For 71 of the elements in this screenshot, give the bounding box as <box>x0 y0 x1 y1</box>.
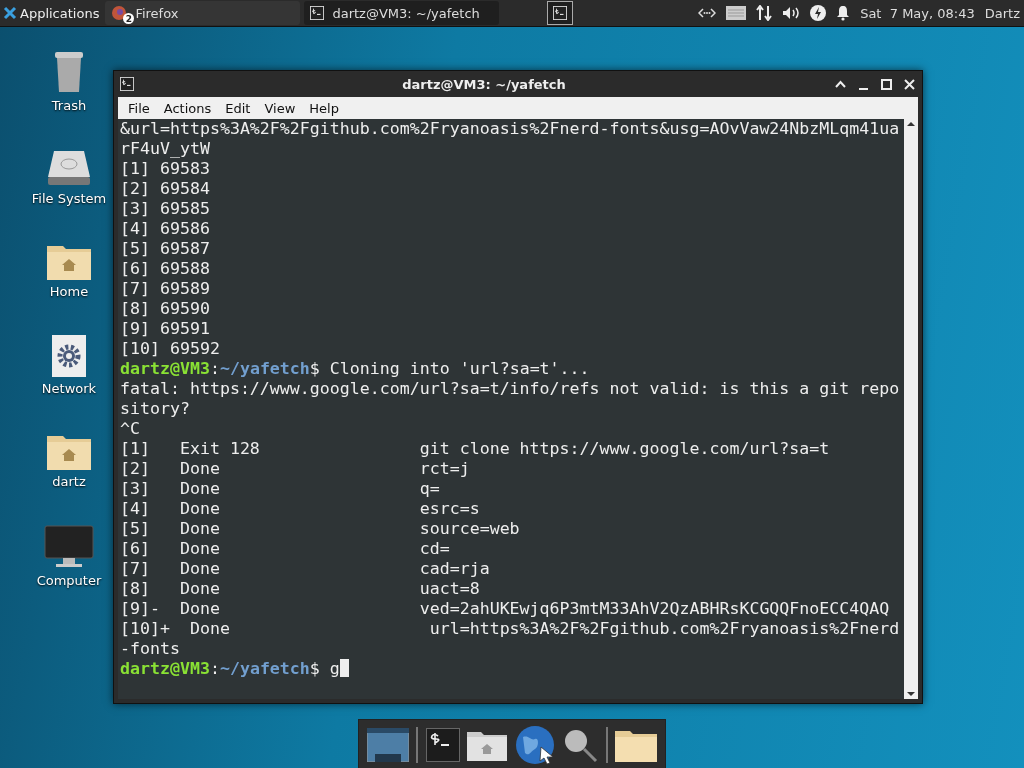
globe-icon[interactable] <box>514 724 555 765</box>
menu-item[interactable]: Edit <box>219 98 257 118</box>
terminal-line: -fonts <box>120 639 181 659</box>
terminal-line: fatal: https://www.google.com/url?sa=t/info/refs not valid: is this a git repo <box>120 379 901 399</box>
notification-bell-icon[interactable] <box>836 5 851 21</box>
terminal-line: [5] Done source=web <box>120 519 521 539</box>
monitor-icon <box>44 525 94 569</box>
terminal-line: [7] 69589 <box>120 279 211 299</box>
terminal-line: &url=https%3A%2F%2Fgithub.com%2Fryanoasis%2Fnerd-fonts&usg=AOvVaw24NbzMLqm41ua <box>120 119 901 139</box>
terminal-line: [4] 69586 <box>120 219 211 239</box>
desktop-icon-label[interactable]: Trash <box>51 98 87 113</box>
desktop-icon-label[interactable]: Computer <box>36 573 102 588</box>
scroll-down-arrow-icon[interactable] <box>906 689 916 699</box>
network-icon[interactable] <box>698 8 717 18</box>
terminal-line: [6] 69588 <box>120 259 211 279</box>
text-cursor <box>339 659 349 677</box>
gear-icon <box>52 335 86 377</box>
terminal-line: [8] Done uact=8 <box>120 579 481 599</box>
terminal-line: dartz@VM3:~/yafetch$ g <box>120 659 902 679</box>
desktop-icon[interactable] <box>366 727 409 762</box>
terminal-line: [6] Done cd= <box>120 539 451 559</box>
applications-menu[interactable]: Applications <box>0 0 106 26</box>
desktop-icon-label[interactable]: File System <box>31 191 107 206</box>
terminal-line: [4] Done esrc=s <box>120 499 481 519</box>
trash-icon <box>53 50 85 94</box>
scroll-up-arrow-icon[interactable] <box>906 119 916 129</box>
terminal-line: [1] 69583 <box>120 159 211 179</box>
terminal-line: [2] 69584 <box>120 179 211 199</box>
power-icon[interactable] <box>810 5 827 21</box>
menu-item[interactable]: Help <box>303 98 345 118</box>
hard-drive-icon <box>46 149 92 187</box>
browser-icon <box>111 5 128 21</box>
terminal-icon <box>120 77 134 91</box>
menu-item[interactable]: View <box>258 98 302 118</box>
terminal-line: [3] Done q= <box>120 479 441 499</box>
terminal-icon <box>553 6 568 20</box>
terminal-icon[interactable] <box>425 727 460 762</box>
terminal-line: dartz@VM3:~/yafetch$ Cloning into 'url?sa=t'... <box>120 359 591 379</box>
taskbar-button[interactable]: dartz@VM3: ~/yafetch <box>304 1 500 25</box>
workspace-switcher[interactable] <box>547 1 574 25</box>
volume-icon[interactable] <box>782 6 801 20</box>
clock[interactable]: Sat 7 May, 08:43 <box>860 5 975 21</box>
close-button[interactable] <box>903 77 916 91</box>
terminal-line: [5] 69587 <box>120 239 211 259</box>
terminal-line: [10]+ Done url=https%3A%2F%2Fgithub.com%2Fryanoasis%2Fnerd <box>120 619 901 639</box>
desktop-icon-label[interactable]: Network <box>41 381 97 396</box>
desktop-icon-label[interactable]: dartz <box>52 474 86 489</box>
terminal-line: [2] Done rct=j <box>120 459 471 479</box>
terminal-line: [9] 69591 <box>120 319 211 339</box>
terminal-icon <box>310 6 325 20</box>
terminal-line: sitory? <box>120 399 191 419</box>
keyboard-icon[interactable] <box>726 6 747 20</box>
transfer-arrows-icon[interactable] <box>756 5 773 21</box>
terminal-line: [8] 69590 <box>120 299 211 319</box>
window-count-badge: 2 <box>123 13 135 24</box>
terminal-line: ^C <box>120 419 141 439</box>
scrollbar[interactable] <box>904 119 918 699</box>
x-logo-icon <box>3 6 17 20</box>
desktop-icon-label[interactable]: Home <box>49 284 89 299</box>
terminal-line: [1] Exit 128 git clone https://www.google.com/url?sa=t <box>120 439 831 459</box>
terminal-line: [10] 69592 <box>120 339 221 359</box>
terminal-line: [3] 69585 <box>120 199 211 219</box>
taskbar-button[interactable]: 2 Firefox <box>105 1 301 25</box>
terminal-line: [9]- Done ved=2ahUKEwjq6P3mtM33AhV2QzABHRsKCGQQFnoECC4QAQ <box>120 599 891 619</box>
menu-item[interactable]: Actions <box>157 98 218 118</box>
maximize-button[interactable] <box>880 77 893 91</box>
user-menu[interactable]: Dartz <box>984 5 1020 21</box>
terminal-line: [7] Done cad=rja <box>120 559 491 579</box>
terminal-line: rF4uV_ytW <box>120 139 211 159</box>
window-title: dartz@VM3: ~/yafetch <box>401 76 567 92</box>
menu-item[interactable]: File <box>122 98 156 118</box>
